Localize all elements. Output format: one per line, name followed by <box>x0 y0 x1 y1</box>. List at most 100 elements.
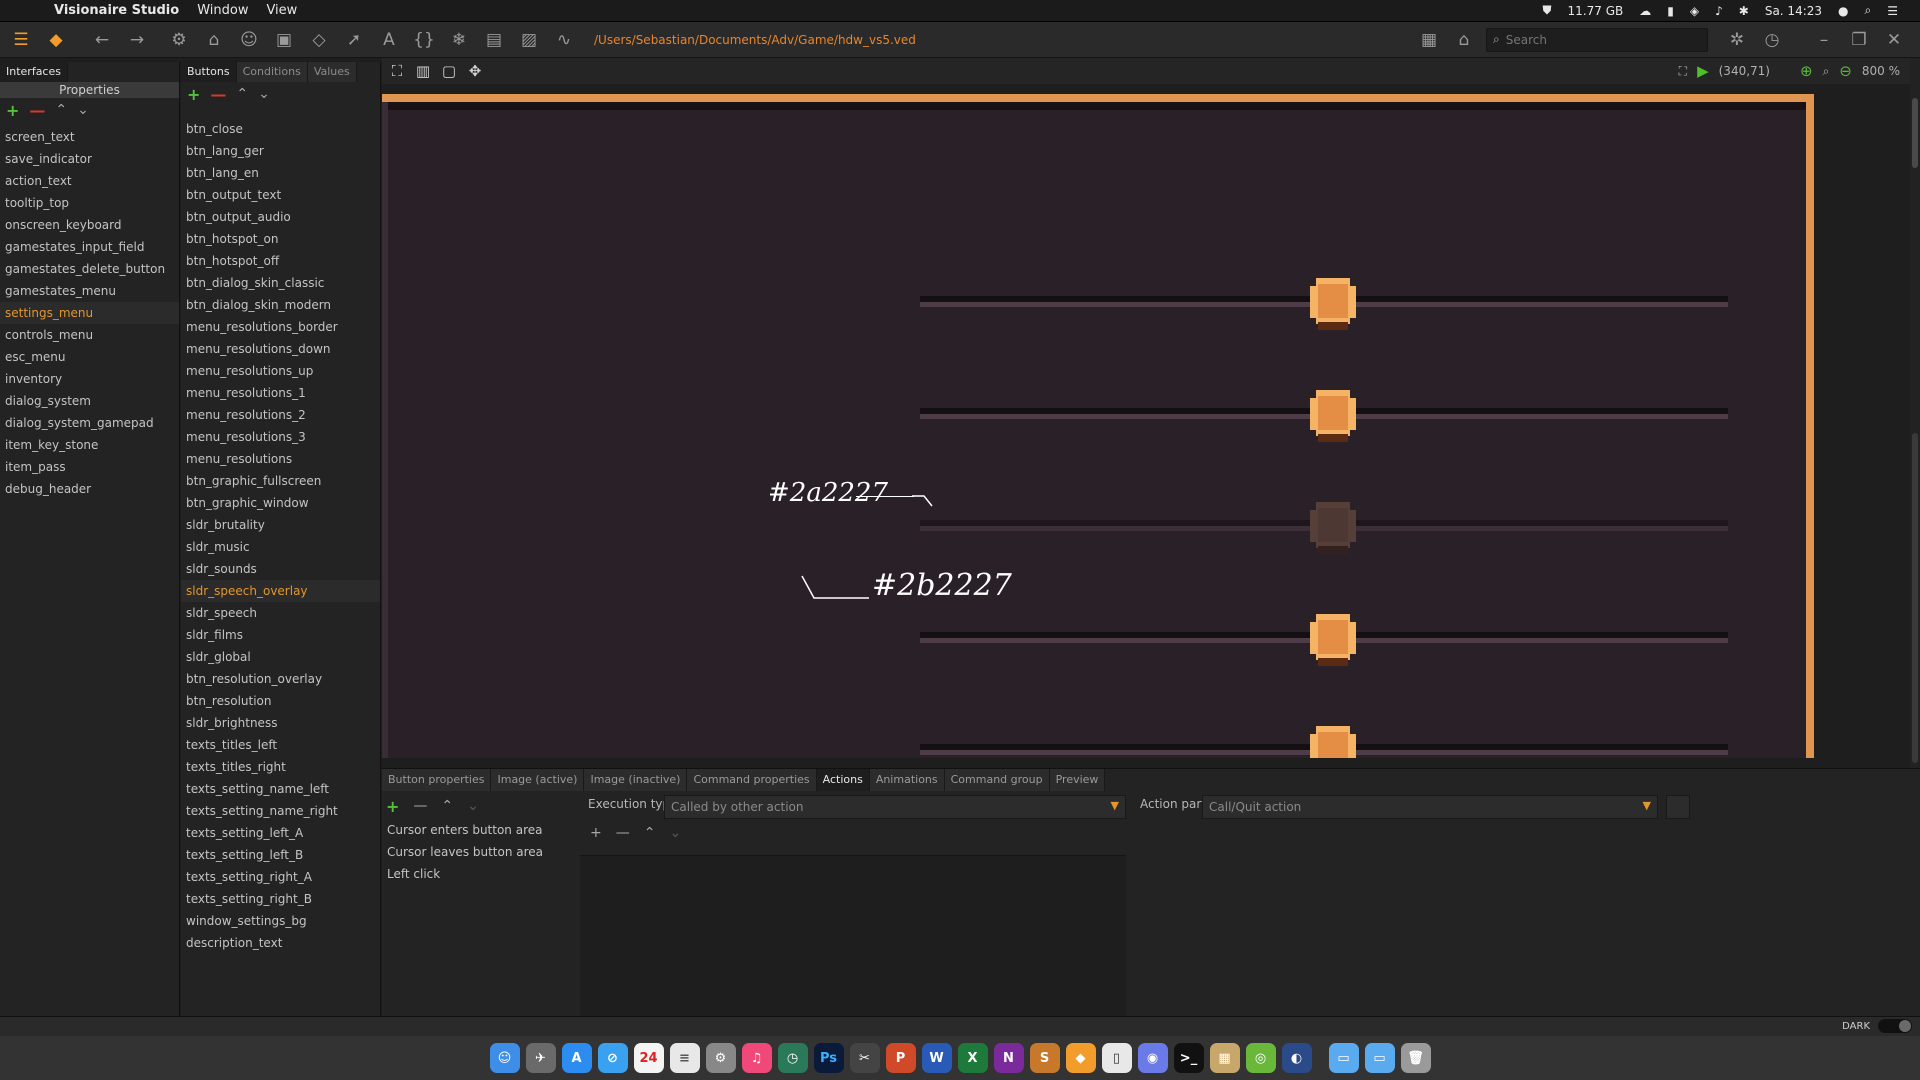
notes-icon[interactable]: ≡ <box>669 1043 700 1073</box>
spotlight-icon[interactable]: ⌕ <box>1865 3 1872 18</box>
interface-list-item[interactable]: item_pass <box>0 456 179 478</box>
photoshop-icon[interactable]: Ps <box>813 1043 844 1073</box>
twitch-icon[interactable]: ▯ <box>1101 1043 1132 1073</box>
properties-header[interactable]: Properties <box>0 82 179 98</box>
music-icon[interactable]: ♫ <box>741 1043 772 1073</box>
toggle-switch[interactable] <box>1878 1019 1912 1033</box>
audio-icon[interactable]: ∿ <box>550 26 578 54</box>
move-down-icon[interactable]: ⌄ <box>669 825 681 841</box>
save-icon[interactable]: ▦ <box>1415 26 1443 54</box>
safari-icon[interactable]: ⊘ <box>597 1043 628 1073</box>
interface-list-item[interactable]: onscreen_keyboard <box>0 214 179 236</box>
excel-icon[interactable]: X <box>957 1043 988 1073</box>
item-icon[interactable]: ◇ <box>305 26 333 54</box>
settings-icon[interactable]: ⚙ <box>165 26 193 54</box>
dialog-icon[interactable]: ▤ <box>480 26 508 54</box>
button-list-item[interactable]: btn_hotspot_off <box>181 250 380 272</box>
calendar-icon[interactable]: 24 <box>633 1043 664 1073</box>
app-icon[interactable]: ◐ <box>1281 1043 1312 1073</box>
button-list-item[interactable]: sldr_speech <box>181 602 380 624</box>
visionaire-icon[interactable]: ◆ <box>1065 1043 1096 1073</box>
button-list-item[interactable]: btn_graphic_window <box>181 492 380 514</box>
script-icon[interactable]: {} <box>410 26 438 54</box>
scene-canvas[interactable]: #2a2227 #2b2227 <box>382 86 1920 758</box>
button-list-item[interactable]: menu_resolutions_down <box>181 338 380 360</box>
event-list-item[interactable]: Left click <box>382 863 578 885</box>
interface-list-item[interactable]: dialog_system_gamepad <box>0 412 179 434</box>
interface-list-item[interactable]: esc_menu <box>0 346 179 368</box>
action-part-select[interactable]: Call/Quit action ▼ <box>1202 795 1658 819</box>
button-list-item[interactable]: btn_lang_en <box>181 162 380 184</box>
button-list-item[interactable]: sldr_films <box>181 624 380 646</box>
button-list-item[interactable]: description_text <box>181 932 380 954</box>
tab-image-inactive[interactable]: Image (inactive) <box>584 769 688 791</box>
select-tool-icon[interactable]: ⛶ <box>386 60 408 82</box>
actions-list[interactable] <box>580 855 1126 1017</box>
trash-icon[interactable]: 🗑 <box>1400 1043 1431 1073</box>
home-icon[interactable]: ⌂ <box>200 26 228 54</box>
add-icon[interactable]: + <box>187 85 200 104</box>
tab-values[interactable]: Values <box>307 62 357 82</box>
button-list-item[interactable]: btn_graphic_fullscreen <box>181 470 380 492</box>
menu-window[interactable]: Window <box>197 3 248 18</box>
button-list-item[interactable]: btn_output_audio <box>181 206 380 228</box>
execution-type-select[interactable]: Called by other action ▼ <box>664 795 1126 819</box>
shader-icon[interactable]: ▨ <box>515 26 543 54</box>
search-field[interactable]: ⌕ <box>1486 27 1708 52</box>
button-list-item[interactable]: btn_dialog_skin_classic <box>181 272 380 294</box>
button-list-item[interactable]: texts_setting_right_A <box>181 866 380 888</box>
menu-view[interactable]: View <box>266 3 297 18</box>
system-preferences-icon[interactable]: ⚙ <box>705 1043 736 1073</box>
button-list-item[interactable]: menu_resolutions_1 <box>181 382 380 404</box>
interface-list-item[interactable]: screen_text <box>0 126 179 148</box>
cursor-icon[interactable]: ➚ <box>340 26 368 54</box>
tab-preview[interactable]: Preview <box>1049 769 1106 791</box>
minimize-icon[interactable]: – <box>1810 26 1838 54</box>
battery-icon[interactable]: ▮ <box>1667 4 1674 18</box>
button-list-item[interactable]: btn_close <box>181 118 380 140</box>
close-icon[interactable]: ✕ <box>1880 26 1908 54</box>
button-list-item[interactable]: btn_hotspot_on <box>181 228 380 250</box>
button-list-item[interactable]: sldr_sounds <box>181 558 380 580</box>
cloud-icon[interactable]: ☁ <box>1639 4 1651 18</box>
powerpoint-icon[interactable]: P <box>885 1043 916 1073</box>
button-list-item[interactable]: sldr_music <box>181 536 380 558</box>
bluetooth-icon[interactable]: ✱ <box>1739 4 1749 18</box>
event-list-item[interactable]: Cursor enters button area <box>382 819 578 841</box>
move-tool-icon[interactable]: ✥ <box>464 60 486 82</box>
back-icon[interactable]: ← <box>88 26 116 54</box>
add-icon[interactable]: + <box>6 101 19 120</box>
app-name[interactable]: Visionaire Studio <box>54 3 179 18</box>
tab-buttons[interactable]: Buttons <box>181 62 237 82</box>
tab-button-properties[interactable]: Button properties <box>382 769 492 791</box>
interface-list-item[interactable]: gamestates_input_field <box>0 236 179 258</box>
tab-command-properties[interactable]: Command properties <box>687 769 817 791</box>
interface-list-item[interactable]: item_key_stone <box>0 434 179 456</box>
terminal-icon[interactable]: >_ <box>1173 1043 1204 1073</box>
android-icon[interactable]: ◎ <box>1245 1043 1276 1073</box>
button-list-item[interactable]: texts_titles_left <box>181 734 380 756</box>
interface-list-item[interactable]: gamestates_menu <box>0 280 179 302</box>
canvas-scrollbar[interactable] <box>1910 58 1920 768</box>
app-logo-icon[interactable]: ◆ <box>42 26 70 54</box>
button-list-item[interactable]: btn_output_text <box>181 184 380 206</box>
applications-folder-icon[interactable]: ▭ <box>1328 1043 1359 1073</box>
button-list-item[interactable]: texts_titles_right <box>181 756 380 778</box>
button-list-item[interactable]: btn_resolution_overlay <box>181 668 380 690</box>
move-up-icon[interactable]: ⌃ <box>236 86 248 102</box>
finder-icon[interactable]: ☺ <box>489 1043 520 1073</box>
move-down-icon[interactable]: ⌄ <box>467 798 479 814</box>
align-tool-icon[interactable]: ▥ <box>412 60 434 82</box>
interface-list-item[interactable]: tooltip_top <box>0 192 179 214</box>
home-scene-icon[interactable]: ⌂ <box>1450 26 1478 54</box>
button-list-item[interactable]: texts_setting_left_A <box>181 822 380 844</box>
move-up-icon[interactable]: ⌃ <box>644 825 656 841</box>
volume-icon[interactable]: ♪ <box>1715 4 1723 18</box>
interface-list-item[interactable]: gamestates_delete_button <box>0 258 179 280</box>
zoom-in-icon[interactable]: ⊕ <box>1800 62 1813 80</box>
tab-image-active[interactable]: Image (active) <box>491 769 585 791</box>
move-up-icon[interactable]: ⌃ <box>441 798 453 814</box>
button-list-item[interactable]: menu_resolutions_border <box>181 316 380 338</box>
dark-mode-toggle[interactable]: DARK <box>1842 1019 1912 1033</box>
character-icon[interactable]: ☺ <box>235 26 263 54</box>
